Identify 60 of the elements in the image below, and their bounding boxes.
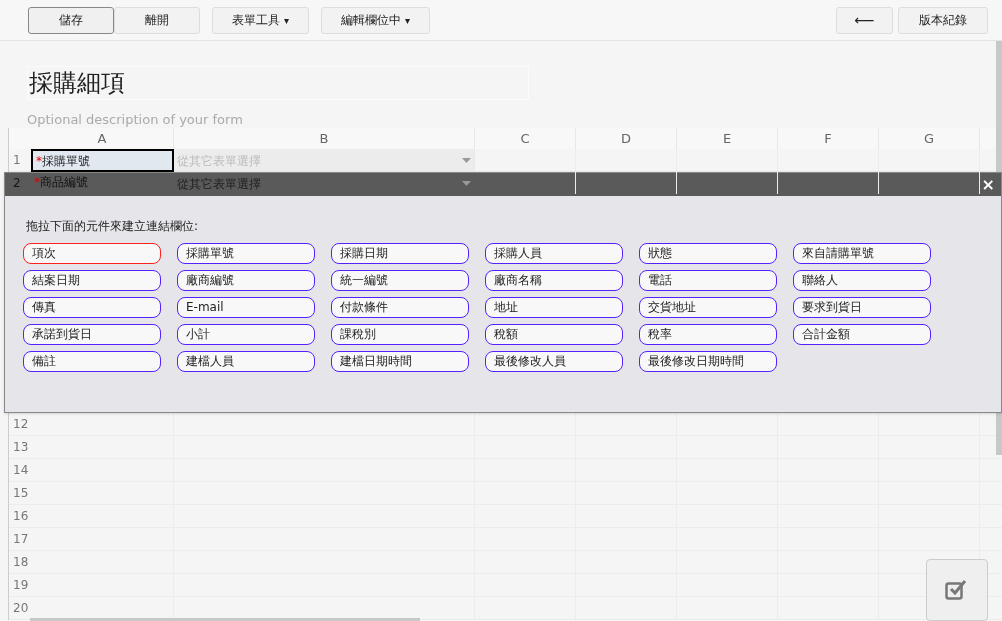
column-header[interactable]: E	[677, 128, 778, 149]
field-chip[interactable]: 傳真	[23, 297, 161, 318]
field-chip[interactable]: 建檔人員	[177, 351, 315, 372]
table-cell[interactable]: *採購單號	[31, 149, 174, 172]
checkbox-icon	[945, 579, 969, 601]
field-chip[interactable]: 小計	[177, 324, 315, 345]
row-number: 13	[12, 439, 30, 456]
field-chip[interactable]: 要求到貨日	[793, 297, 931, 318]
panel-instruction: 拖拉下面的元件來建立連結欄位:	[26, 218, 199, 235]
field-chip[interactable]: 稅率	[639, 324, 777, 345]
history-button[interactable]: 版本紀錄	[898, 6, 988, 34]
close-button[interactable]: ×	[981, 176, 995, 193]
field-chip[interactable]: 課稅別	[331, 324, 469, 345]
column-header[interactable]: D	[576, 128, 677, 149]
field-chip[interactable]: 狀態	[639, 243, 777, 264]
field-chip[interactable]: 承諾到貨日	[23, 324, 161, 345]
menu-button[interactable]: 編輯欄位中 ▾	[321, 6, 430, 34]
menu-button[interactable]: 表單工具 ▾	[212, 6, 309, 34]
horizontal-scrollbar[interactable]	[30, 618, 420, 621]
row-number: 16	[12, 508, 30, 525]
field-chip[interactable]: 採購日期	[331, 243, 469, 264]
field-chip[interactable]: 採購單號	[177, 243, 315, 264]
toolbar-button[interactable]: 儲存	[28, 6, 114, 34]
field-chip[interactable]: 地址	[485, 297, 623, 318]
row-number: 19	[12, 577, 30, 594]
field-chip[interactable]: 結案日期	[23, 270, 161, 291]
row-number: 18	[12, 554, 30, 571]
field-chip[interactable]: 來自請購單號	[793, 243, 931, 264]
field-chip[interactable]: 建檔日期時間	[331, 351, 469, 372]
field-chip[interactable]: 備註	[23, 351, 161, 372]
field-chip[interactable]: 交貨地址	[639, 297, 777, 318]
field-chip[interactable]: 稅額	[485, 324, 623, 345]
caret-icon	[462, 158, 471, 163]
row-number: 15	[12, 485, 30, 502]
column-header[interactable]: G	[879, 128, 980, 149]
field-chip[interactable]: 付款條件	[331, 297, 469, 318]
field-chip[interactable]: E-mail	[177, 297, 315, 318]
field-chip[interactable]: 項次	[23, 243, 161, 264]
field-chip[interactable]: 合計金額	[793, 324, 931, 345]
caret-icon	[462, 181, 471, 186]
row-number: 14	[12, 462, 30, 479]
back-button[interactable]: ⟵	[836, 6, 893, 34]
row-number: 1	[12, 152, 22, 169]
check-button[interactable]	[926, 559, 988, 621]
column-header[interactable]: F	[778, 128, 879, 149]
form-title[interactable]: 採購細項	[27, 66, 529, 100]
toolbar-button[interactable]: 離開	[114, 6, 200, 34]
field-chip[interactable]: 統一編號	[331, 270, 469, 291]
field-chip[interactable]: 電話	[639, 270, 777, 291]
field-chip[interactable]: 廠商名稱	[485, 270, 623, 291]
row-number: 12	[12, 416, 30, 433]
field-chip[interactable]: 採購人員	[485, 243, 623, 264]
column-header[interactable]: C	[475, 128, 576, 149]
field-chip[interactable]: 廠商編號	[177, 270, 315, 291]
row-number: 2	[12, 175, 22, 192]
field-chip[interactable]: 最後修改人員	[485, 351, 623, 372]
field-chip[interactable]: 聯絡人	[793, 270, 931, 291]
row-number: 20	[12, 600, 30, 617]
field-chip[interactable]: 最後修改日期時間	[639, 351, 777, 372]
row-number: 17	[12, 531, 30, 548]
